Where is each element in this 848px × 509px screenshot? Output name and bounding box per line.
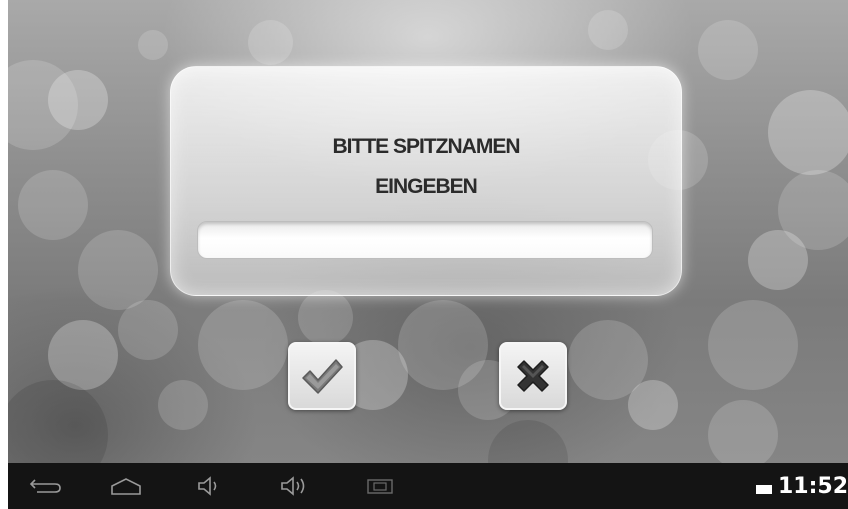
checkmark-icon [302, 359, 343, 394]
back-button[interactable] [28, 475, 64, 497]
nickname-input[interactable] [197, 221, 653, 259]
back-icon [29, 479, 61, 493]
home-button[interactable] [108, 475, 144, 497]
dialog-prompt: BITTE SPITZNAMEN EINGEBEN [171, 127, 681, 207]
home-icon [111, 478, 141, 495]
prompt-line-2: EINGEBEN [375, 175, 478, 198]
volume-up-icon [281, 476, 305, 496]
status-area: 11:52 [755, 469, 848, 503]
volume-down-icon [198, 476, 217, 496]
confirm-button[interactable] [288, 342, 356, 410]
volume-down-button[interactable] [194, 475, 226, 497]
nickname-dialog: BITTE SPITZNAMEN EINGEBEN [170, 66, 682, 296]
battery-icon [755, 484, 772, 494]
screenshot-icon [367, 479, 393, 494]
system-nav-bar: 11:52 [8, 463, 848, 509]
cancel-button[interactable] [499, 342, 567, 410]
prompt-line-1: BITTE SPITZNAMEN [332, 135, 521, 158]
volume-up-button[interactable] [278, 475, 314, 497]
screen: BITTE SPITZNAMEN EINGEBEN 11:52 [0, 0, 848, 509]
screenshot-button[interactable] [364, 475, 396, 497]
x-icon [517, 360, 549, 392]
clock: 11:52 [777, 473, 848, 499]
